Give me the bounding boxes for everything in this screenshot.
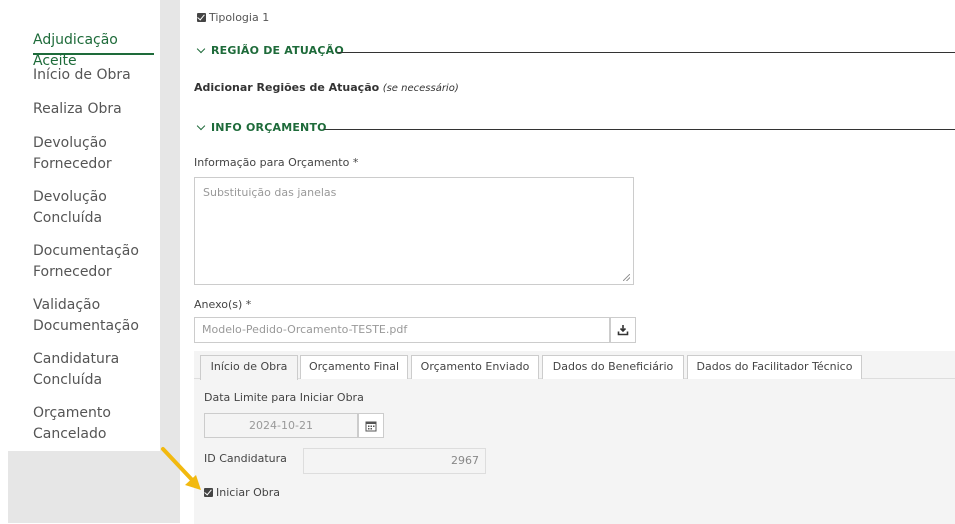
section-title: INFO ORÇAMENTO	[211, 121, 327, 134]
id-candidatura-value: 2967	[451, 454, 479, 467]
section-regiao-header[interactable]: REGIÃO DE ATUAÇÃO	[196, 44, 344, 57]
iniciar-obra-label: Iniciar Obra	[216, 486, 281, 499]
sidebar-item-label: Candidatura	[33, 351, 120, 367]
sidebar-item-validacao-documentacao[interactable]: Validação Documentação	[33, 295, 139, 337]
sidebar-item-label: Validação	[33, 297, 101, 313]
download-button[interactable]	[610, 317, 636, 343]
resize-grip-icon[interactable]	[623, 274, 630, 281]
calendar-button[interactable]	[358, 413, 384, 438]
anexo-file-field[interactable]: Modelo-Pedido-Orcamento-TESTE.pdf	[194, 317, 610, 343]
annotation-arrow-icon	[155, 445, 205, 495]
chevron-down-icon	[196, 121, 206, 131]
sidebar-item-label: Devolução	[33, 189, 107, 205]
sidebar-item-label: Realiza Obra	[33, 101, 122, 117]
sidebar-item-label: Orçamento	[33, 405, 111, 421]
anexo-file-name: Modelo-Pedido-Orcamento-TESTE.pdf	[202, 323, 408, 336]
info-orcamento-value: Substituição das janelas	[203, 186, 337, 199]
info-orcamento-label: Informação para Orçamento *	[194, 156, 359, 169]
sidebar-item-realiza-obra[interactable]: Realiza Obra	[33, 99, 122, 120]
tab-label: Dados do Beneficiário	[552, 360, 674, 373]
tab-inicio-de-obra[interactable]: Início de Obra	[200, 355, 298, 380]
section-orcamento-header[interactable]: INFO ORÇAMENTO	[196, 121, 327, 134]
data-limite-label: Data Limite para Iniciar Obra	[204, 391, 364, 404]
download-icon	[617, 325, 629, 336]
sidebar-item-label: Devolução	[33, 135, 107, 151]
sidebar-item-label: Fornecedor	[33, 156, 112, 172]
chevron-down-icon	[196, 44, 206, 54]
sidebar: Adjudicação Aceite Início de Obra Realiz…	[0, 0, 160, 523]
sidebar-item-label: Adjudicação Aceite	[33, 32, 118, 69]
sidebar-item-label: Documentação	[33, 243, 139, 259]
id-candidatura-input: 2967	[303, 448, 486, 474]
sidebar-item-label: Cancelado	[33, 426, 107, 442]
calendar-icon	[365, 421, 377, 431]
tab-orcamento-enviado[interactable]: Orçamento Enviado	[411, 355, 539, 379]
sidebar-item-devolucao-fornecedor[interactable]: Devolução Fornecedor	[33, 133, 112, 175]
sidebar-item-label: Concluída	[33, 372, 103, 388]
data-limite-input[interactable]: 2024-10-21	[204, 413, 358, 438]
tipologia-checkbox[interactable]	[197, 13, 206, 22]
tab-label: Início de Obra	[210, 360, 288, 373]
sidebar-item-devolucao-concluida[interactable]: Devolução Concluída	[33, 187, 107, 229]
iniciar-obra-checkbox[interactable]	[204, 488, 213, 497]
adicionar-regioes-hint: (se necessário)	[382, 83, 459, 94]
id-candidatura-label: ID Candidatura	[204, 452, 287, 465]
tab-dados-facilitador-tecnico[interactable]: Dados do Facilitador Técnico	[687, 355, 862, 379]
info-orcamento-textarea[interactable]: Substituição das janelas	[194, 177, 634, 285]
sidebar-item-label: Concluída	[33, 210, 103, 226]
sidebar-item-orcamento-cancelado[interactable]: Orçamento Cancelado	[33, 403, 111, 445]
tab-label: Orçamento Enviado	[420, 360, 530, 373]
anexos-label: Anexo(s) *	[194, 298, 252, 311]
adicionar-regioes-text: Adicionar Regiões de Atuação (se necessá…	[194, 81, 459, 94]
tab-label: Dados do Facilitador Técnico	[696, 360, 853, 373]
sidebar-item-candidatura-concluida[interactable]: Candidatura Concluída	[33, 349, 119, 391]
sidebar-item-label: Início de Obra	[33, 67, 131, 83]
sidebar-item-label: Fornecedor	[33, 264, 112, 280]
active-indicator	[33, 53, 154, 55]
sidebar-item-label: Documentação	[33, 318, 139, 334]
section-divider	[337, 52, 955, 53]
section-title: REGIÃO DE ATUAÇÃO	[211, 44, 344, 57]
section-divider	[324, 129, 955, 130]
tab-orcamento-final[interactable]: Orçamento Final	[300, 355, 408, 379]
sidebar-item-inicio-de-obra[interactable]: Início de Obra	[33, 65, 131, 86]
sidebar-item-documentacao-fornecedor[interactable]: Documentação Fornecedor	[33, 241, 139, 283]
data-limite-value: 2024-10-21	[249, 419, 313, 432]
tab-dados-beneficiario[interactable]: Dados do Beneficiário	[542, 355, 684, 379]
adicionar-regioes-label: Adicionar Regiões de Atuação	[194, 81, 380, 94]
tipologia-label: Tipologia 1	[209, 11, 270, 24]
tab-label: Orçamento Final	[308, 360, 400, 373]
